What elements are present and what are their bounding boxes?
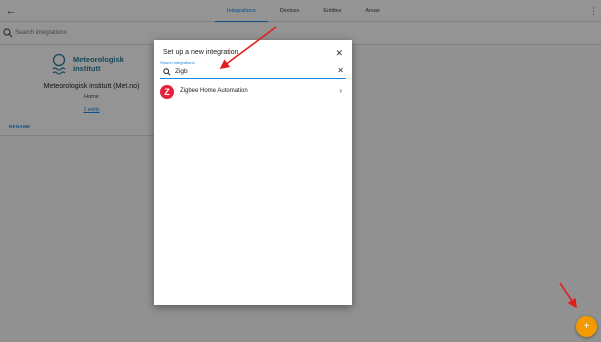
close-icon[interactable]: ✕: [335, 49, 343, 58]
result-item-label: Zigbee Home Automation: [180, 88, 248, 94]
result-item-zigbee[interactable]: Z Zigbee Home Automation ›: [154, 84, 352, 100]
clear-icon[interactable]: ✕: [337, 66, 344, 75]
search-icon: [163, 68, 171, 76]
search-input-value[interactable]: Zigb: [175, 68, 188, 75]
search-field-label: Search integrations: [160, 60, 195, 65]
add-integration-button[interactable]: +: [576, 316, 597, 337]
chevron-right-icon: ›: [339, 86, 342, 95]
setup-integration-dialog: Set up a new integration ✕ Search integr…: [154, 40, 352, 305]
dialog-title: Set up a new integration: [163, 49, 239, 56]
integration-search-input[interactable]: Zigb ✕: [160, 66, 346, 79]
zigbee-logo-icon: Z: [160, 85, 174, 99]
